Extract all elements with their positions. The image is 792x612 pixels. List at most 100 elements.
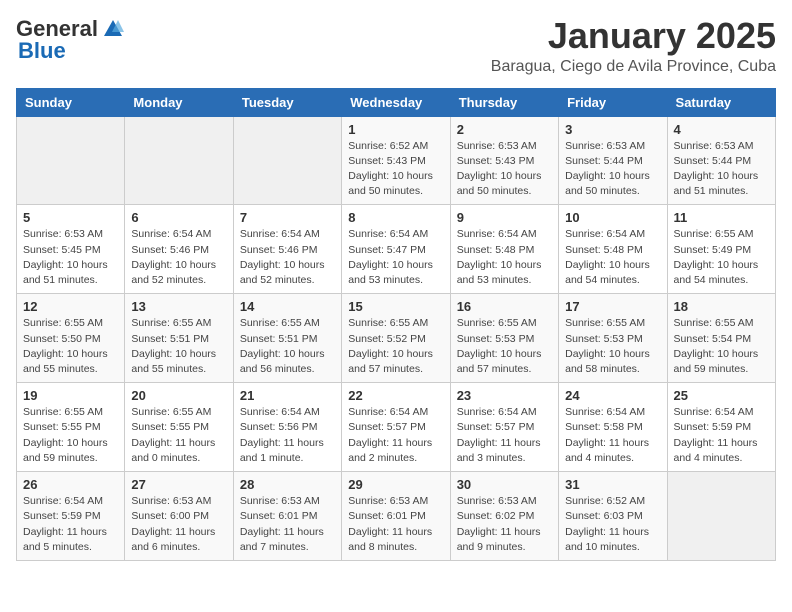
calendar-cell [233, 116, 341, 205]
title-block: January 2025 Baragua, Ciego de Avila Pro… [491, 16, 776, 76]
day-info: Sunrise: 6:54 AM Sunset: 5:48 PM Dayligh… [457, 227, 552, 288]
page-header: General Blue January 2025 Baragua, Ciego… [16, 16, 776, 76]
calendar-cell: 13 Sunrise: 6:55 AM Sunset: 5:51 PM Dayli… [125, 294, 233, 383]
day-number: 26 [23, 477, 118, 492]
column-header-friday: Friday [559, 88, 667, 116]
location-title: Baragua, Ciego de Avila Province, Cuba [491, 58, 776, 76]
calendar-cell: 21Sunrise: 6:54 AM Sunset: 5:56 PM Dayli… [233, 383, 341, 472]
day-number: 21 [240, 388, 335, 403]
calendar-cell: 10 Sunrise: 6:54 AM Sunset: 5:48 PM Dayli… [559, 205, 667, 294]
day-number: 10 [565, 210, 660, 225]
day-info: Sunrise: 6:54 AM Sunset: 5:59 PM Dayligh… [23, 494, 118, 555]
calendar-cell: 24 Sunrise: 6:54 AM Sunset: 5:58 PM Dayli… [559, 383, 667, 472]
day-info: Sunrise: 6:55 AM Sunset: 5:55 PM Dayligh… [131, 405, 226, 466]
day-info: Sunrise: 6:54 AM Sunset: 5:57 PM Dayligh… [457, 405, 552, 466]
day-number: 8 [348, 210, 443, 225]
day-number: 29 [348, 477, 443, 492]
calendar-week-row: 1Sunrise: 6:52 AM Sunset: 5:43 PM Daylig… [17, 116, 776, 205]
day-info: Sunrise: 6:53 AM Sunset: 6:01 PM Dayligh… [348, 494, 443, 555]
calendar-table: SundayMondayTuesdayWednesdayThursdayFrid… [16, 88, 776, 561]
day-info: Sunrise: 6:55 AM Sunset: 5:53 PM Dayligh… [457, 316, 552, 377]
calendar-week-row: 5 Sunrise: 6:53 AM Sunset: 5:45 PM Daylig… [17, 205, 776, 294]
day-info: Sunrise: 6:53 AM Sunset: 6:01 PM Dayligh… [240, 494, 335, 555]
calendar-week-row: 12 Sunrise: 6:55 AM Sunset: 5:50 PM Dayli… [17, 294, 776, 383]
day-number: 11 [674, 210, 769, 225]
column-header-wednesday: Wednesday [342, 88, 450, 116]
day-info: Sunrise: 6:55 AM Sunset: 5:55 PM Dayligh… [23, 405, 118, 466]
logo: General Blue [16, 16, 124, 64]
day-number: 14 [240, 299, 335, 314]
calendar-cell: 26 Sunrise: 6:54 AM Sunset: 5:59 PM Dayli… [17, 472, 125, 561]
calendar-cell: 15Sunrise: 6:55 AM Sunset: 5:52 PM Dayli… [342, 294, 450, 383]
day-number: 5 [23, 210, 118, 225]
day-number: 23 [457, 388, 552, 403]
day-number: 27 [131, 477, 226, 492]
calendar-cell: 25Sunrise: 6:54 AM Sunset: 5:59 PM Dayli… [667, 383, 775, 472]
day-number: 22 [348, 388, 443, 403]
day-number: 6 [131, 210, 226, 225]
calendar-header-row: SundayMondayTuesdayWednesdayThursdayFrid… [17, 88, 776, 116]
day-info: Sunrise: 6:53 AM Sunset: 6:02 PM Dayligh… [457, 494, 552, 555]
calendar-cell [667, 472, 775, 561]
month-title: January 2025 [491, 16, 776, 56]
calendar-cell: 19 Sunrise: 6:55 AM Sunset: 5:55 PM Dayli… [17, 383, 125, 472]
calendar-cell: 2 Sunrise: 6:53 AM Sunset: 5:43 PM Daylig… [450, 116, 558, 205]
calendar-cell: 12 Sunrise: 6:55 AM Sunset: 5:50 PM Dayli… [17, 294, 125, 383]
column-header-saturday: Saturday [667, 88, 775, 116]
day-number: 19 [23, 388, 118, 403]
day-number: 24 [565, 388, 660, 403]
day-info: Sunrise: 6:55 AM Sunset: 5:50 PM Dayligh… [23, 316, 118, 377]
calendar-cell: 23 Sunrise: 6:54 AM Sunset: 5:57 PM Dayli… [450, 383, 558, 472]
day-number: 31 [565, 477, 660, 492]
day-number: 13 [131, 299, 226, 314]
day-info: Sunrise: 6:53 AM Sunset: 5:45 PM Dayligh… [23, 227, 118, 288]
calendar-cell: 7Sunrise: 6:54 AM Sunset: 5:46 PM Daylig… [233, 205, 341, 294]
day-number: 7 [240, 210, 335, 225]
calendar-cell: 27 Sunrise: 6:53 AM Sunset: 6:00 PM Dayli… [125, 472, 233, 561]
day-number: 30 [457, 477, 552, 492]
calendar-cell [17, 116, 125, 205]
day-info: Sunrise: 6:53 AM Sunset: 5:44 PM Dayligh… [674, 139, 769, 200]
day-info: Sunrise: 6:53 AM Sunset: 5:44 PM Dayligh… [565, 139, 660, 200]
calendar-cell: 14 Sunrise: 6:55 AM Sunset: 5:51 PM Dayli… [233, 294, 341, 383]
calendar-cell: 4 Sunrise: 6:53 AM Sunset: 5:44 PM Daylig… [667, 116, 775, 205]
calendar-cell: 31 Sunrise: 6:52 AM Sunset: 6:03 PM Dayli… [559, 472, 667, 561]
day-number: 17 [565, 299, 660, 314]
calendar-cell: 18Sunrise: 6:55 AM Sunset: 5:54 PM Dayli… [667, 294, 775, 383]
calendar-cell: 30 Sunrise: 6:53 AM Sunset: 6:02 PM Dayli… [450, 472, 558, 561]
calendar-cell: 6Sunrise: 6:54 AM Sunset: 5:46 PM Daylig… [125, 205, 233, 294]
day-info: Sunrise: 6:53 AM Sunset: 6:00 PM Dayligh… [131, 494, 226, 555]
calendar-cell: 3 Sunrise: 6:53 AM Sunset: 5:44 PM Daylig… [559, 116, 667, 205]
day-info: Sunrise: 6:55 AM Sunset: 5:51 PM Dayligh… [131, 316, 226, 377]
calendar-week-row: 26 Sunrise: 6:54 AM Sunset: 5:59 PM Dayli… [17, 472, 776, 561]
day-info: Sunrise: 6:55 AM Sunset: 5:53 PM Dayligh… [565, 316, 660, 377]
calendar-week-row: 19 Sunrise: 6:55 AM Sunset: 5:55 PM Dayli… [17, 383, 776, 472]
day-info: Sunrise: 6:52 AM Sunset: 6:03 PM Dayligh… [565, 494, 660, 555]
day-info: Sunrise: 6:54 AM Sunset: 5:59 PM Dayligh… [674, 405, 769, 466]
logo-blue: Blue [18, 38, 66, 64]
day-number: 9 [457, 210, 552, 225]
day-number: 4 [674, 122, 769, 137]
day-info: Sunrise: 6:54 AM Sunset: 5:58 PM Dayligh… [565, 405, 660, 466]
calendar-cell: 16Sunrise: 6:55 AM Sunset: 5:53 PM Dayli… [450, 294, 558, 383]
day-info: Sunrise: 6:55 AM Sunset: 5:49 PM Dayligh… [674, 227, 769, 288]
calendar-cell: 29 Sunrise: 6:53 AM Sunset: 6:01 PM Dayli… [342, 472, 450, 561]
day-number: 2 [457, 122, 552, 137]
day-number: 3 [565, 122, 660, 137]
day-number: 28 [240, 477, 335, 492]
day-info: Sunrise: 6:54 AM Sunset: 5:47 PM Dayligh… [348, 227, 443, 288]
day-info: Sunrise: 6:53 AM Sunset: 5:43 PM Dayligh… [457, 139, 552, 200]
logo-icon [102, 18, 124, 40]
day-number: 12 [23, 299, 118, 314]
day-info: Sunrise: 6:55 AM Sunset: 5:51 PM Dayligh… [240, 316, 335, 377]
calendar-cell: 22 Sunrise: 6:54 AM Sunset: 5:57 PM Dayli… [342, 383, 450, 472]
day-number: 18 [674, 299, 769, 314]
calendar-cell: 17 Sunrise: 6:55 AM Sunset: 5:53 PM Dayli… [559, 294, 667, 383]
column-header-thursday: Thursday [450, 88, 558, 116]
calendar-cell: 1Sunrise: 6:52 AM Sunset: 5:43 PM Daylig… [342, 116, 450, 205]
day-info: Sunrise: 6:54 AM Sunset: 5:57 PM Dayligh… [348, 405, 443, 466]
day-info: Sunrise: 6:54 AM Sunset: 5:48 PM Dayligh… [565, 227, 660, 288]
column-header-sunday: Sunday [17, 88, 125, 116]
calendar-cell [125, 116, 233, 205]
day-number: 20 [131, 388, 226, 403]
